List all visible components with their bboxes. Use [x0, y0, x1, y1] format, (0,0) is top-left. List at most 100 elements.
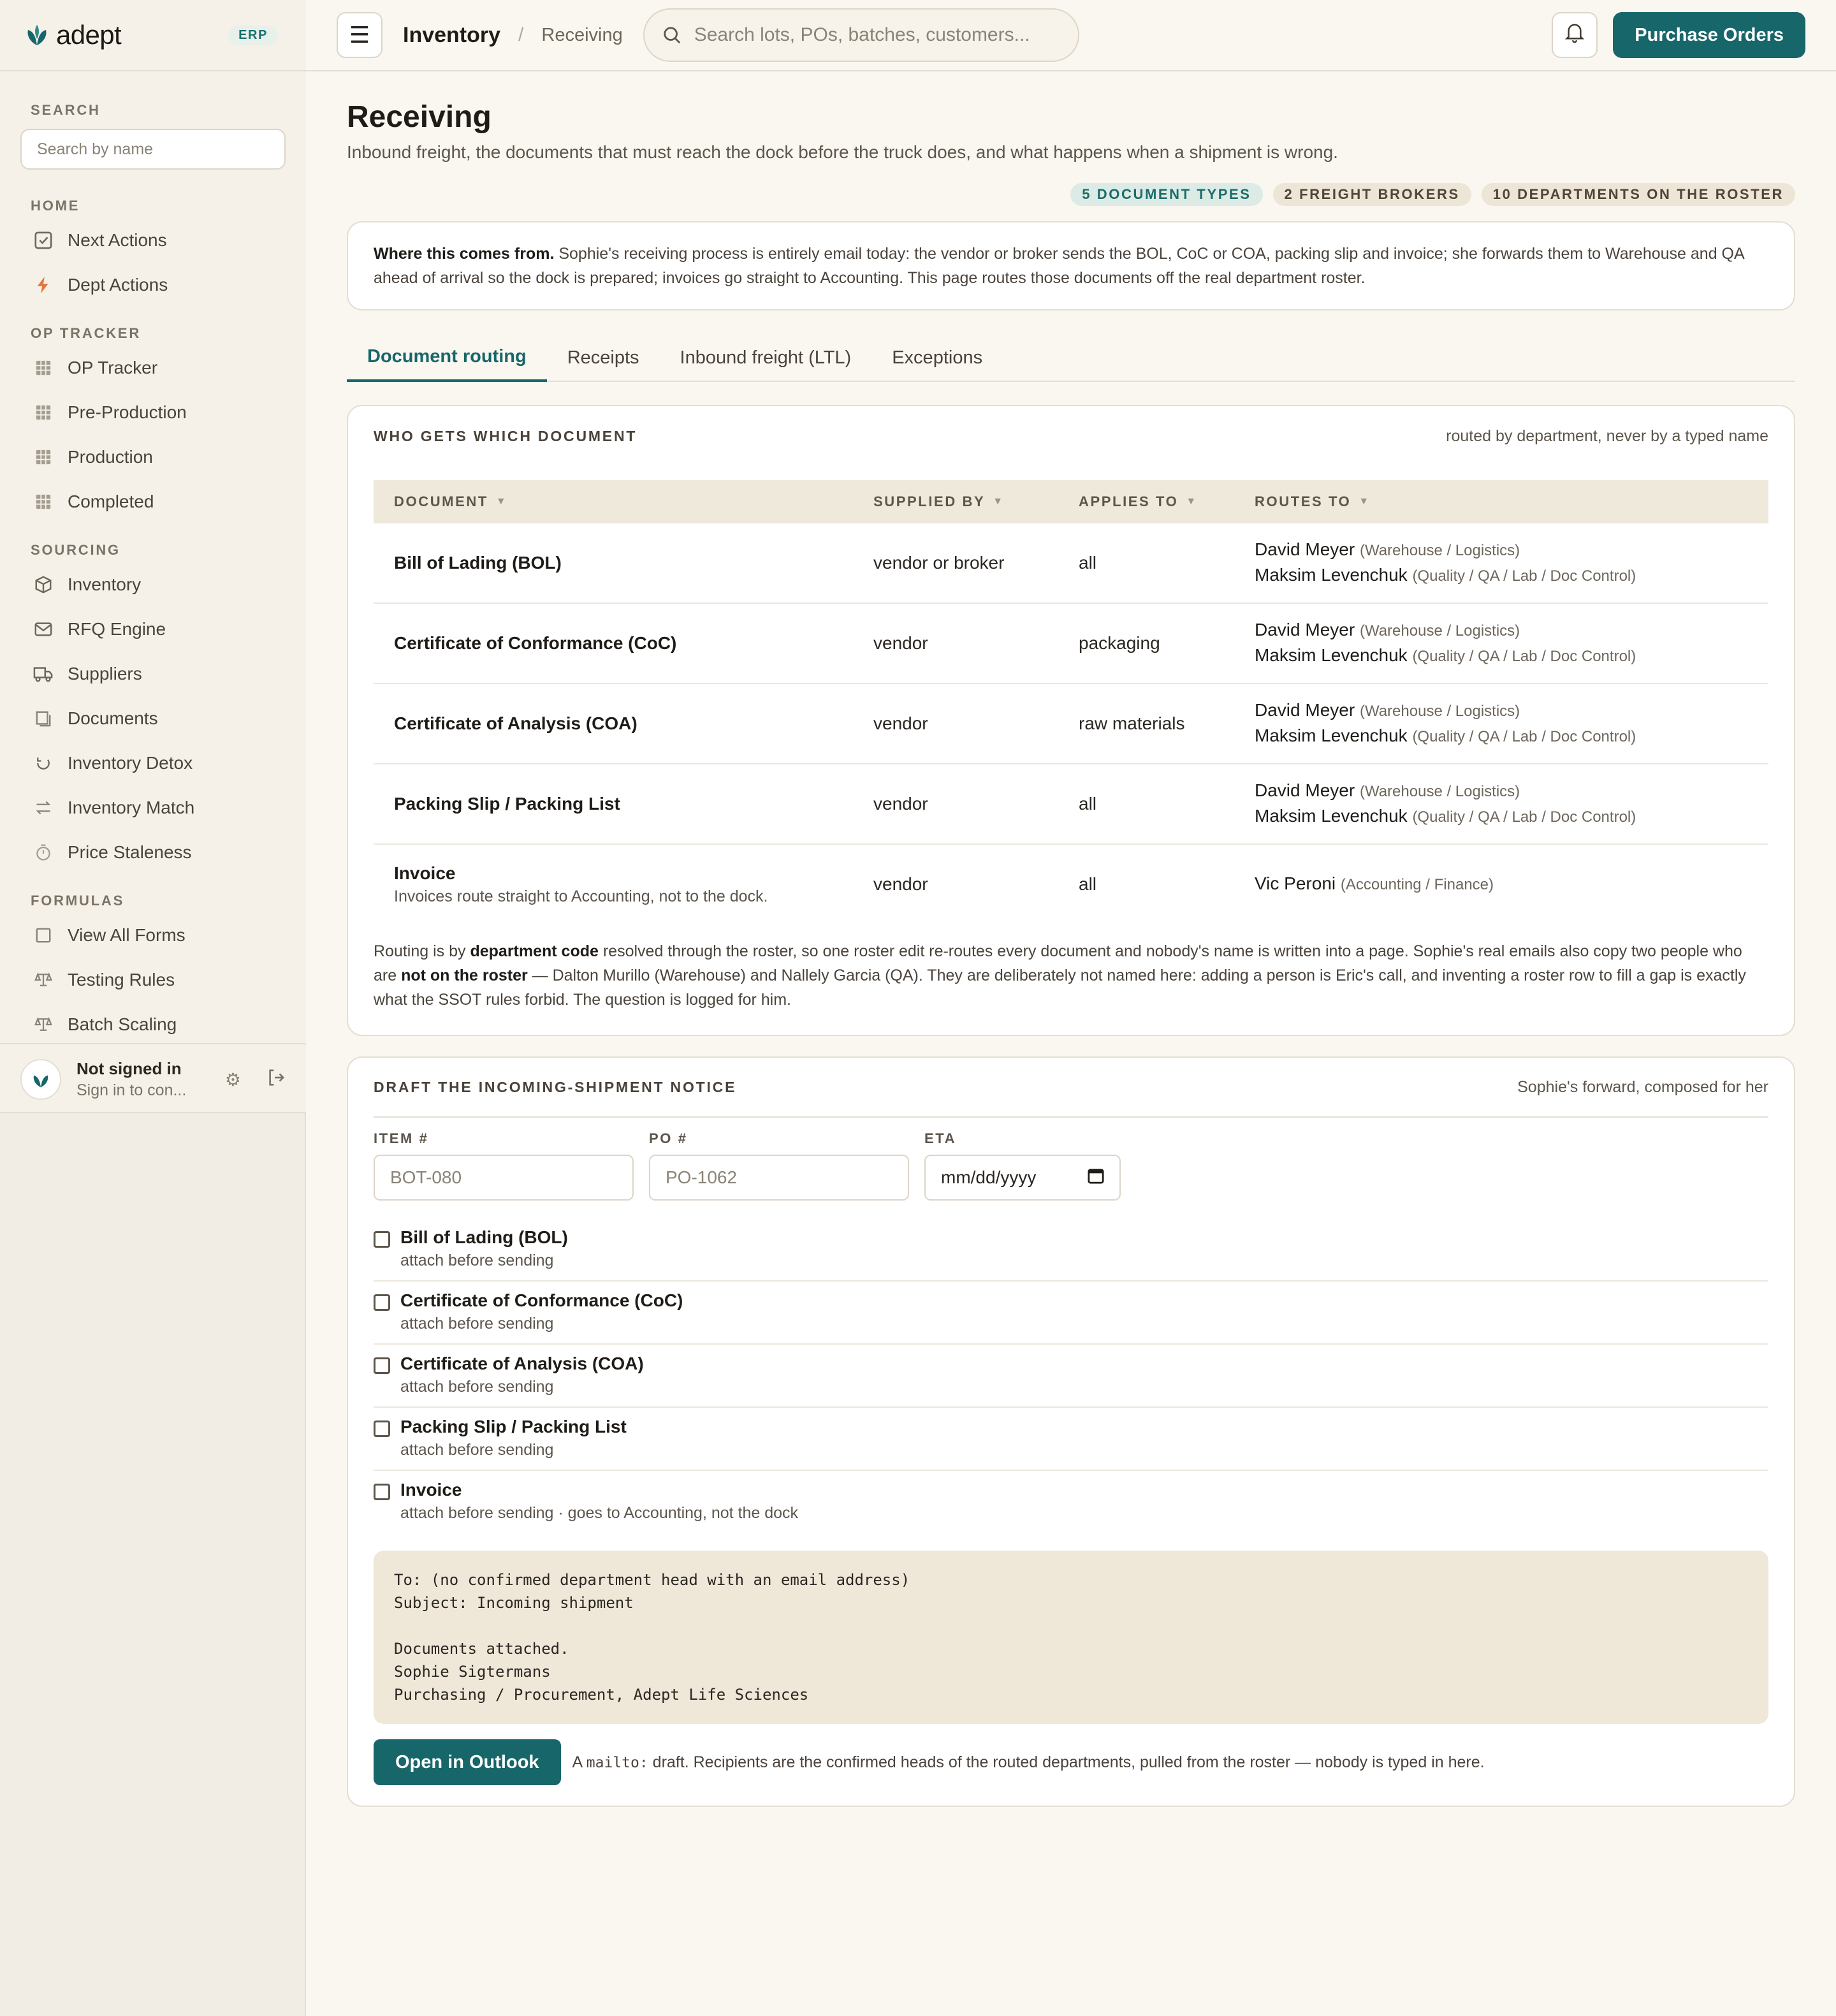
- recipient-name: Maksim Levenchuk: [1255, 726, 1408, 745]
- supplied-by-cell: vendor: [873, 874, 928, 894]
- routing-note: routed by department, never by a typed n…: [1446, 427, 1768, 445]
- sidebar-item-inventory[interactable]: Inventory: [0, 562, 306, 607]
- routing-table-body: Bill of Lading (BOL) vendor or broker all D…: [374, 523, 1768, 924]
- routes-to-cell: David Meyer (Warehouse / Logistics) Maksi…: [1255, 537, 1768, 588]
- attachment-hint: attach before sending · goes to Accounti…: [400, 1504, 799, 1522]
- attachment-checkbox[interactable]: [374, 1421, 390, 1437]
- sidebar-item-price-staleness[interactable]: Price Staleness: [0, 830, 306, 875]
- avatar[interactable]: [20, 1059, 61, 1100]
- attachment-item[interactable]: Invoice attach before sending · goes to A…: [374, 1471, 1768, 1533]
- sort-caret-icon: ▼: [1359, 496, 1371, 507]
- summary-pills: 5 DOCUMENT TYPES 2 FREIGHT BROKERS 10 DE…: [347, 183, 1795, 206]
- column-supplied-by[interactable]: SUPPLIED BY ▼: [873, 493, 1079, 510]
- sidebar-item-inventory-detox[interactable]: Inventory Detox: [0, 741, 306, 785]
- sidebar-item-view-all-forms[interactable]: View All Forms: [0, 913, 306, 958]
- sidebar-section-home: HOME: [31, 198, 80, 214]
- applies-to-cell: all: [1079, 794, 1097, 814]
- mail-icon: [33, 619, 54, 639]
- document-types-pill: 5 DOCUMENT TYPES: [1070, 183, 1263, 206]
- recipient-department: (Warehouse / Logistics): [1359, 783, 1520, 800]
- tab-receipts[interactable]: Receipts: [547, 333, 660, 382]
- sidebar-item-label: Production: [68, 447, 153, 467]
- column-applies-to[interactable]: APPLIES TO ▼: [1079, 493, 1255, 510]
- scale-icon: [33, 970, 54, 990]
- eta-date-input[interactable]: mm/dd/yyyy: [924, 1155, 1121, 1201]
- column-document[interactable]: DOCUMENT ▼: [374, 493, 873, 510]
- tab-inbound-freight[interactable]: Inbound freight (LTL): [660, 333, 872, 382]
- attachment-checkbox[interactable]: [374, 1357, 390, 1374]
- attachment-item[interactable]: Bill of Lading (BOL) attach before sendin…: [374, 1218, 1768, 1282]
- routes-to-cell: Vic Peroni (Accounting / Finance): [1255, 872, 1768, 897]
- column-routes-to[interactable]: ROUTES TO ▼: [1255, 493, 1768, 510]
- breadcrumb-inventory[interactable]: Inventory: [403, 23, 500, 48]
- sidebar-item-documents[interactable]: Documents: [0, 696, 306, 741]
- user-block: Not signed in Sign in to con... ⚙: [0, 1043, 306, 1114]
- grid-icon: [33, 358, 54, 378]
- menu-button[interactable]: ☰: [337, 12, 382, 58]
- sidebar-item-rfq-engine[interactable]: RFQ Engine: [0, 607, 306, 652]
- recipient-name: Maksim Levenchuk: [1255, 645, 1408, 665]
- sidebar-item-pre-production[interactable]: Pre-Production: [0, 390, 306, 435]
- sidebar-item-production[interactable]: Production: [0, 435, 306, 479]
- sign-out-icon[interactable]: [266, 1068, 286, 1092]
- attachment-checklist: Bill of Lading (BOL) attach before sendin…: [374, 1218, 1768, 1533]
- attachment-checkbox[interactable]: [374, 1294, 390, 1311]
- sidebar-item-label: RFQ Engine: [68, 619, 166, 639]
- attachment-hint: attach before sending: [400, 1252, 554, 1269]
- brand[interactable]: adept ERP: [0, 0, 306, 71]
- purchase-orders-button[interactable]: Purchase Orders: [1613, 12, 1805, 58]
- sidebar-item-label: OP Tracker: [68, 358, 158, 377]
- recipient-department: (Quality / QA / Lab / Doc Control): [1412, 728, 1636, 745]
- attachment-item[interactable]: Certificate of Conformance (CoC) attach b…: [374, 1282, 1768, 1345]
- origin-note-card: Where this comes from. Sophie's receivin…: [347, 221, 1795, 310]
- user-signin-hint[interactable]: Sign in to con...: [76, 1079, 186, 1101]
- draft-notice-card: DRAFT THE INCOMING-SHIPMENT NOTICE Sophi…: [347, 1056, 1795, 1807]
- swap-icon: [33, 798, 54, 818]
- sidebar-item-inventory-match[interactable]: Inventory Match: [0, 785, 306, 830]
- recipient-name: Vic Peroni: [1255, 873, 1336, 893]
- attachment-title: Bill of Lading (BOL): [400, 1227, 568, 1247]
- sidebar-item-testing-rules[interactable]: Testing Rules: [0, 958, 306, 1002]
- sidebar-item-op-tracker[interactable]: OP Tracker: [0, 346, 306, 390]
- attachment-item[interactable]: Certificate of Analysis (COA) attach befo…: [374, 1345, 1768, 1408]
- document-note: Invoices route straight to Accounting, n…: [394, 887, 768, 905]
- document-name: Invoice: [394, 863, 456, 883]
- recipient-department: (Quality / QA / Lab / Doc Control): [1412, 648, 1636, 665]
- routing-footnote: Routing is by department code resolved t…: [374, 942, 1746, 1009]
- tab-exceptions[interactable]: Exceptions: [871, 333, 1003, 382]
- document-name: Bill of Lading (BOL): [394, 553, 562, 573]
- sidebar-search-input[interactable]: Search by name: [20, 129, 286, 170]
- adept-logo-icon: [23, 21, 51, 49]
- supplied-by-cell: vendor: [873, 794, 928, 814]
- check-square-icon: [33, 230, 54, 251]
- routes-to-cell: David Meyer (Warehouse / Logistics) Maksi…: [1255, 778, 1768, 829]
- sidebar-item-next-actions[interactable]: Next Actions: [0, 218, 306, 263]
- sidebar-item-completed[interactable]: Completed: [0, 479, 306, 524]
- table-row: Bill of Lading (BOL) vendor or broker all D…: [374, 523, 1768, 604]
- recipient-name: David Meyer: [1255, 620, 1355, 639]
- sidebar-item-label: Testing Rules: [68, 970, 175, 990]
- routes-to-cell: David Meyer (Warehouse / Logistics) Maksi…: [1255, 618, 1768, 669]
- recipient-name: David Meyer: [1255, 700, 1355, 720]
- attachment-checkbox[interactable]: [374, 1231, 390, 1248]
- attachment-hint: attach before sending: [400, 1378, 554, 1396]
- open-in-outlook-button[interactable]: Open in Outlook: [374, 1739, 561, 1785]
- sidebar-item-dept-actions[interactable]: Dept Actions: [0, 263, 306, 307]
- po-number-input[interactable]: [649, 1155, 909, 1201]
- attachment-checkbox[interactable]: [374, 1484, 390, 1500]
- global-search-input[interactable]: Search lots, POs, batches, customers...: [643, 8, 1079, 62]
- sidebar-item-suppliers[interactable]: Suppliers: [0, 652, 306, 696]
- bell-icon: [1565, 22, 1585, 48]
- settings-gear-icon[interactable]: ⚙: [225, 1069, 241, 1090]
- breadcrumb-receiving: Receiving: [541, 24, 623, 45]
- notifications-button[interactable]: [1552, 12, 1598, 58]
- item-number-input[interactable]: [374, 1155, 634, 1201]
- tab-document-routing[interactable]: Document routing: [347, 333, 547, 382]
- sidebar-item-batch-scaling[interactable]: Batch Scaling: [0, 1002, 306, 1047]
- attachment-item[interactable]: Packing Slip / Packing List attach before…: [374, 1408, 1768, 1471]
- eta-date-value: mm/dd/yyyy: [941, 1167, 1037, 1187]
- attachment-hint: attach before sending: [400, 1315, 554, 1333]
- applies-to-cell: packaging: [1079, 633, 1160, 653]
- calendar-icon[interactable]: [1088, 1167, 1104, 1188]
- departments-pill: 10 DEPARTMENTS ON THE ROSTER: [1481, 183, 1795, 206]
